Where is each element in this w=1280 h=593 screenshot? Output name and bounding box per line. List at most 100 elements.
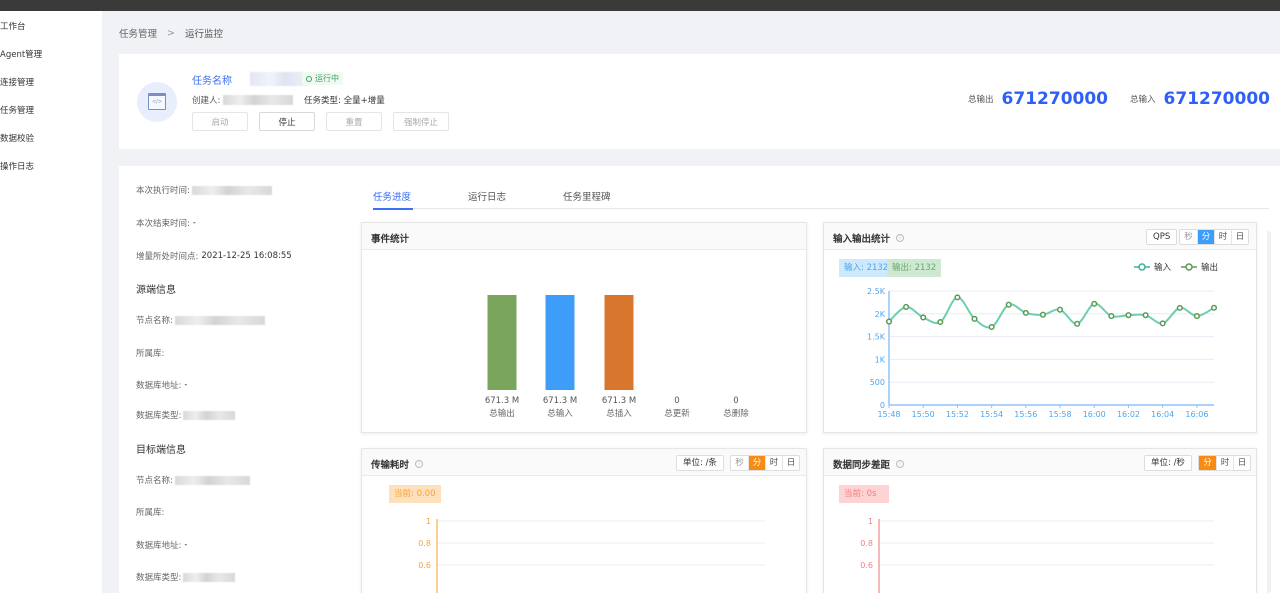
source-info-title: 源端信息 bbox=[136, 285, 176, 296]
total-output-label: 总输出 bbox=[968, 95, 994, 105]
granularity-second[interactable]: 秒 bbox=[731, 456, 748, 470]
source-node-label: 节点名称: bbox=[136, 316, 173, 326]
input-current-chip: 输入: 2132 bbox=[839, 259, 894, 277]
granularity-minute[interactable]: 分 bbox=[748, 456, 765, 470]
sidebar-item-workbench[interactable]: 工作台 bbox=[0, 20, 26, 34]
sidebar-item-connections[interactable]: 连接管理 bbox=[0, 76, 34, 90]
legend-output-icon bbox=[1181, 263, 1198, 271]
x-tick-label: 15:48 bbox=[877, 410, 900, 419]
event-stats-chart: 671.3 M 总输出 671.3 M 总输入 671.3 M 总插入 0 总更新 0 总删除 bbox=[485, 295, 749, 419]
task-name-label: 任务名称 bbox=[192, 76, 232, 87]
window-top-bar bbox=[0, 0, 1280, 11]
y-tick-label: 0.6 bbox=[860, 561, 873, 570]
tab-run-log[interactable]: 运行日志 bbox=[468, 189, 506, 203]
task-name-redacted bbox=[250, 72, 308, 86]
exec-time-row: 本次执行时间: bbox=[136, 184, 272, 196]
force-stop-button[interactable]: 强制停止 bbox=[393, 112, 449, 131]
source-type-label: 数据库类型: bbox=[136, 411, 182, 421]
sidebar-item-operation-log[interactable]: 操作日志 bbox=[0, 160, 34, 174]
target-type-label: 数据库类型: bbox=[136, 573, 182, 583]
y-tick-label: 1 bbox=[868, 517, 873, 526]
panel-scrollbar[interactable] bbox=[1267, 231, 1271, 593]
x-tick-label: 16:06 bbox=[1185, 410, 1208, 419]
x-tick-label: 15:58 bbox=[1049, 410, 1072, 419]
tab-milestones[interactable]: 任务里程碑 bbox=[563, 189, 611, 203]
latency-chart: 0.6 0.8 1 bbox=[418, 517, 765, 593]
bar-2 bbox=[604, 295, 634, 390]
exec-time-redacted bbox=[191, 185, 272, 195]
stop-button[interactable]: 停止 bbox=[259, 112, 315, 131]
tab-active-indicator bbox=[373, 208, 413, 210]
y-tick-label: 2K bbox=[875, 310, 886, 319]
granularity-hour[interactable]: 时 bbox=[765, 456, 782, 470]
sync-gap-title: 数据同步差距 i bbox=[833, 457, 905, 471]
source-type-row: 数据库类型: bbox=[136, 409, 236, 421]
total-input-label: 总输入 bbox=[1130, 95, 1156, 105]
reset-button[interactable]: 重置 bbox=[326, 112, 382, 131]
legend-output-label[interactable]: 输出 bbox=[1201, 261, 1218, 273]
sidebar-item-data-check[interactable]: 数据校验 bbox=[0, 132, 34, 146]
target-addr-row: 数据库地址: - bbox=[136, 539, 187, 551]
task-info-panel: 本次执行时间: 本次结束时间: - 增量所处时间点: 2021-12-25 16… bbox=[119, 166, 356, 593]
granularity-day[interactable]: 日 bbox=[782, 456, 799, 470]
granularity-hour[interactable]: 时 bbox=[1214, 230, 1231, 244]
info-icon[interactable]: i bbox=[896, 460, 905, 468]
x-tick-label: 16:00 bbox=[1083, 410, 1106, 419]
event-stats-title: 事件统计 bbox=[371, 234, 410, 245]
data-point bbox=[1039, 311, 1046, 318]
status-text: 运行中 bbox=[315, 74, 339, 83]
breadcrumb-parent[interactable]: 任务管理 bbox=[119, 26, 157, 40]
output-current-chip: 输出: 2132 bbox=[887, 259, 942, 277]
info-icon[interactable]: i bbox=[896, 234, 905, 242]
bar-0 bbox=[487, 295, 517, 390]
start-button[interactable]: 启动 bbox=[192, 112, 248, 131]
y-tick-label: 500 bbox=[870, 378, 885, 387]
tab-task-progress[interactable]: 任务进度 bbox=[373, 189, 411, 203]
target-node-redacted bbox=[174, 475, 250, 485]
sync-gap-granularity-toggle: 分 时 日 bbox=[1198, 455, 1251, 471]
totals: 总输出 671270000 总输入 671270000 bbox=[968, 89, 1270, 109]
bar-category-label: 总插入 bbox=[606, 408, 632, 419]
increment-label: 增量所处时间点: bbox=[136, 252, 199, 262]
info-icon[interactable]: i bbox=[415, 460, 424, 468]
task-header-card: </> 任务名称 运行中 创建人: 任务类型: 全量+增量 启动 停止 重置 强… bbox=[119, 54, 1280, 149]
data-point bbox=[1142, 312, 1149, 319]
bar-1 bbox=[545, 295, 575, 390]
target-addr-value: - bbox=[184, 540, 188, 550]
increment-row: 增量所处时间点: 2021-12-25 16:08:55 bbox=[136, 250, 292, 262]
sync-gap-unit-button[interactable]: 单位: /秒 bbox=[1144, 455, 1192, 471]
legend-input-icon bbox=[1134, 263, 1150, 271]
legend-input-label[interactable]: 输入 bbox=[1154, 261, 1171, 273]
bar-category-label: 总输入 bbox=[547, 408, 573, 419]
granularity-hour[interactable]: 时 bbox=[1216, 456, 1233, 470]
sidebar-item-agent[interactable]: Agent管理 bbox=[0, 48, 42, 62]
source-addr-value: - bbox=[184, 380, 188, 390]
granularity-second[interactable]: 秒 bbox=[1180, 230, 1197, 244]
task-type: 任务类型: 全量+增量 bbox=[304, 96, 385, 106]
x-tick-label: 15:52 bbox=[946, 410, 969, 419]
sync-gap-current-chip: 当前: 0s bbox=[839, 485, 889, 503]
y-tick-label: 1 bbox=[426, 517, 431, 526]
target-info-title: 目标端信息 bbox=[136, 445, 186, 456]
data-point bbox=[1193, 313, 1200, 320]
granularity-day[interactable]: 日 bbox=[1231, 230, 1248, 244]
latency-granularity-toggle: 秒 分 时 日 bbox=[730, 455, 800, 471]
data-point bbox=[937, 318, 944, 326]
data-point bbox=[1091, 300, 1098, 307]
y-tick-label: 1K bbox=[875, 355, 886, 364]
data-point bbox=[885, 318, 893, 325]
event-stats-card: 事件统计 671.3 M 总输出 671.3 M 总输入 671.3 M 总插入 0 总更新 0… bbox=[361, 222, 807, 433]
granularity-minute[interactable]: 分 bbox=[1199, 456, 1216, 470]
target-node-label: 节点名称: bbox=[136, 476, 173, 486]
granularity-minute[interactable]: 分 bbox=[1197, 230, 1214, 244]
latency-unit-button[interactable]: 单位: /条 bbox=[676, 455, 724, 471]
target-type-redacted bbox=[183, 572, 236, 582]
io-stats-card: 输入输出统计 i QPS 秒 分 时 日 输入: 2132 输出: 2132 输… bbox=[823, 222, 1257, 433]
data-point bbox=[1176, 304, 1183, 311]
qps-button[interactable]: QPS bbox=[1146, 229, 1178, 245]
main-content: 任务管理 > 运行监控 </> 任务名称 运行中 创建人: 任务类型: 全量+增… bbox=[102, 11, 1280, 593]
latency-current-chip: 当前: 0.00 bbox=[389, 485, 441, 503]
granularity-day[interactable]: 日 bbox=[1233, 456, 1250, 470]
sidebar-item-tasks[interactable]: 任务管理 bbox=[0, 104, 34, 118]
io-stats-chart: 0 500 1K 1.5K 2K 2.5K 15:48 15:50 15:52 15:54 15:5… bbox=[867, 287, 1218, 419]
